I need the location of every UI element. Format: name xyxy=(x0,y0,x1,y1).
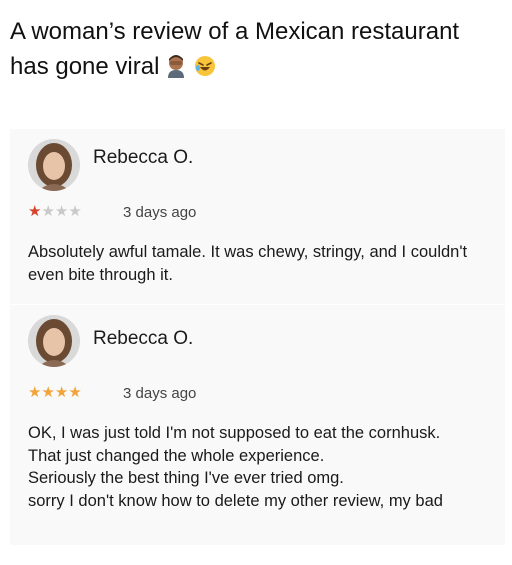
review-card-2: Rebecca O. ★★★★ 3 days ago OK, I was jus… xyxy=(10,305,505,545)
star-empty-icon: ★ xyxy=(68,203,82,220)
star-filled-icon: ★ xyxy=(41,384,55,401)
review-text: Absolutely awful tamale. It was chewy, s… xyxy=(28,243,468,284)
headline: A woman’s review of a Mexican restaurant… xyxy=(10,14,504,84)
laughing-emoji-icon xyxy=(193,53,217,77)
star-empty-icon: ★ xyxy=(41,203,55,220)
avatar xyxy=(28,315,80,367)
review-line: sorry I don't know how to delete my othe… xyxy=(28,491,443,510)
star-filled-icon: ★ xyxy=(68,384,82,401)
reviewer-name: Rebecca O. xyxy=(93,147,194,168)
star-filled-icon: ★ xyxy=(54,384,69,401)
headline-text: A woman’s review of a Mexican restaurant… xyxy=(10,18,460,80)
review-card-1: Rebecca O. ★★★★ 3 days ago Absolutely aw… xyxy=(10,129,505,304)
review-date: 3 days ago xyxy=(123,204,197,221)
star-filled-icon: ★ xyxy=(28,203,42,220)
reviewer-name: Rebecca O. xyxy=(93,328,194,349)
star-empty-icon: ★ xyxy=(54,203,69,220)
facepalm-emoji-icon xyxy=(164,53,188,78)
star-rating: ★★★★ xyxy=(28,383,82,401)
review-date: 3 days ago xyxy=(123,385,197,402)
star-filled-icon: ★ xyxy=(28,384,42,401)
review-line: OK, I was just told I'm not supposed to … xyxy=(28,424,441,442)
review-text: OK, I was just told I'm not supposed to … xyxy=(28,422,498,512)
review-line: Seriously the best thing I've ever tried… xyxy=(28,469,344,487)
avatar xyxy=(28,139,80,191)
star-rating: ★★★★ xyxy=(28,202,82,220)
review-line: That just changed the whole experience. xyxy=(28,446,325,465)
